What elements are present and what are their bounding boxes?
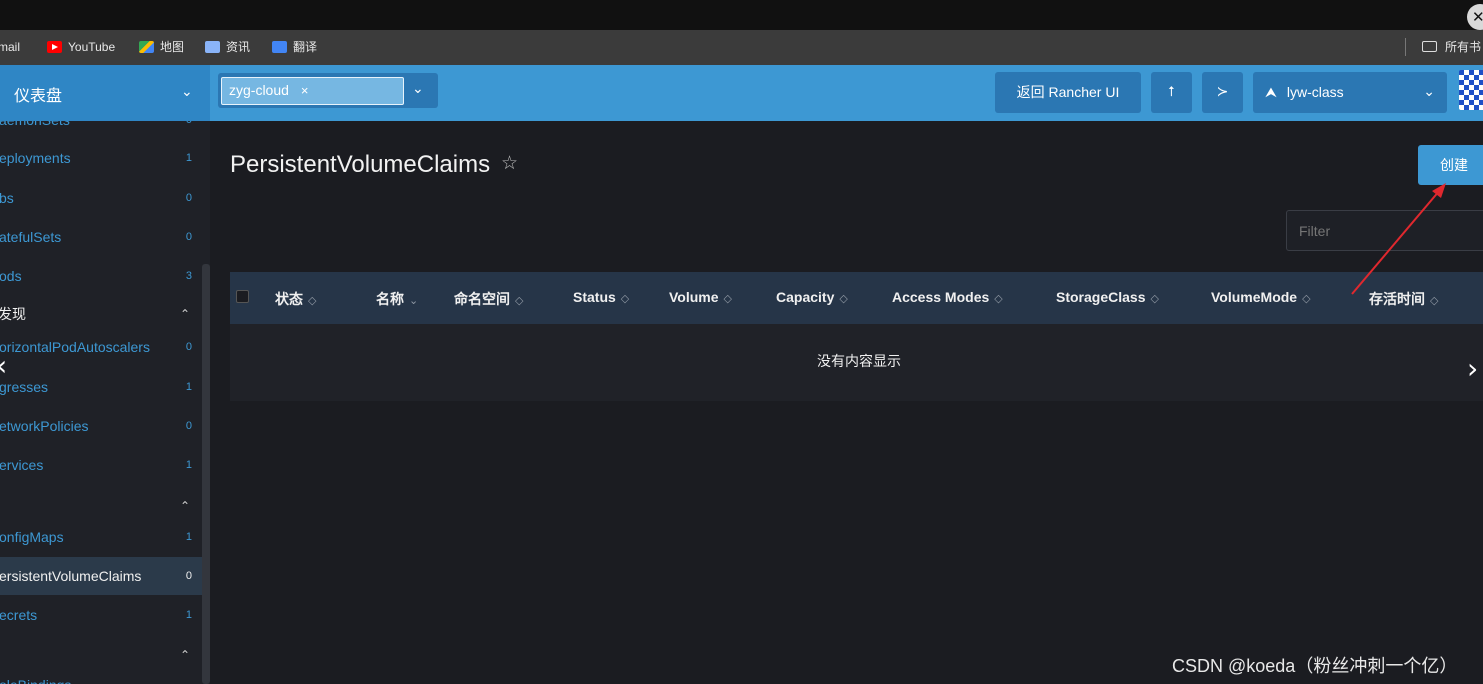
browser-titlebar: ✕ [0, 0, 1483, 30]
cluster-icon: ⮝ [1265, 85, 1277, 101]
sidebar-item-rolebindings[interactable]: oleBindings [0, 666, 202, 684]
select-all-checkbox[interactable] [236, 290, 249, 303]
bookmark-gmail[interactable]: mail [0, 39, 20, 56]
table-header: 状态 ◇ 名称 ⌄ 命名空间 ◇ Status ◇ Volume ◇ Capacity ◇ … [230, 272, 1483, 324]
watermark: CSDN @koeda（粉丝冲刺一个亿） [1172, 656, 1458, 676]
bookmarks-divider [1405, 38, 1406, 56]
sidebar-item-configmaps[interactable]: onfigMaps 1 [0, 518, 202, 556]
translate-icon [272, 41, 287, 53]
sidebar-item-statefulsets[interactable]: atefulSets 0 [0, 218, 202, 256]
namespace-chip: zyg-cloud × [221, 77, 404, 105]
empty-message: 没有内容显示 [817, 353, 901, 369]
cluster-select[interactable]: ⮝ lyw-class ⌄ [1253, 72, 1447, 113]
chevron-down-icon: ⌄ [412, 81, 424, 97]
bookmark-youtube[interactable]: YouTube [47, 39, 115, 56]
folder-icon [1422, 41, 1437, 52]
maps-icon [139, 41, 154, 53]
sort-icon: ◇ [308, 294, 317, 307]
sort-icon: ◇ [1302, 292, 1311, 305]
dashboard-title: 仪表盘 [14, 88, 63, 105]
sort-icon: ◇ [839, 292, 848, 305]
sort-icon: ◇ [723, 292, 732, 305]
sidebar-item-secrets[interactable]: ecrets 1 [0, 596, 202, 634]
col-name[interactable]: 名称 ⌄ [376, 289, 418, 309]
star-icon[interactable]: ☆ [501, 152, 518, 174]
sidebar-item-deployments[interactable]: eployments 1 [0, 139, 202, 177]
col-state[interactable]: 状态 ◇ [275, 289, 316, 309]
sidebar-item-daemonsets[interactable]: aemonSets0 [0, 121, 202, 139]
sidebar-item-networkpolicies[interactable]: etworkPolicies 0 [0, 407, 202, 445]
sort-icon: ⌄ [409, 294, 419, 307]
sort-icon: ◇ [620, 292, 630, 305]
bookmark-translate[interactable]: 翻译 [272, 39, 317, 56]
chevron-down-icon: ⌄ [181, 84, 193, 100]
sort-icon: ◇ [515, 294, 524, 307]
next-arrow-icon[interactable]: › [1467, 352, 1478, 385]
youtube-icon [47, 41, 62, 53]
bookmark-news[interactable]: 资讯 [205, 39, 250, 56]
col-age[interactable]: 存活时间 ◇ [1369, 289, 1438, 309]
back-to-rancher-button[interactable]: 返回 Rancher UI [995, 72, 1141, 113]
sidebar: aemonSets0 eployments1 bs0 atefulSets0 o… [0, 121, 210, 684]
prev-arrow-icon[interactable]: ‹ [0, 349, 7, 382]
create-button[interactable]: 创建 [1418, 145, 1483, 185]
chevron-down-icon: ⌄ [1423, 84, 1435, 100]
sidebar-item-ingresses[interactable]: gresses 1 [0, 368, 202, 406]
page-title: PersistentVolumeClaims [230, 151, 491, 178]
sidebar-item-jobs[interactable]: bs 0 [0, 179, 202, 217]
col-access-modes[interactable]: Access Modes ◇ [892, 289, 1003, 305]
sidebar-item-pods[interactable]: ods 3 [0, 257, 202, 295]
col-namespace[interactable]: 命名空间 ◇ [454, 289, 523, 309]
shell-icon[interactable]: ≻ [1202, 72, 1243, 113]
dashboard-menu[interactable]: 仪表盘 ⌄ [0, 65, 210, 121]
col-volumemode[interactable]: VolumeMode ◇ [1211, 289, 1311, 305]
filter-input[interactable] [1286, 210, 1483, 251]
pvc-table: 状态 ◇ 名称 ⌄ 命名空间 ◇ Status ◇ Volume ◇ Capacity ◇ … [230, 272, 1483, 401]
sidebar-item-persistentvolumeclaims[interactable]: ersistentVolumeClaims 0 [0, 557, 202, 595]
sort-icon: ◇ [1430, 294, 1439, 307]
col-storageclass[interactable]: StorageClass ◇ [1056, 289, 1159, 305]
col-status[interactable]: Status ◇ [573, 289, 629, 305]
all-bookmarks[interactable]: 所有书 [1422, 39, 1481, 56]
close-icon[interactable]: ✕ [1467, 4, 1483, 30]
namespace-select[interactable]: zyg-cloud × ⌄ [218, 73, 438, 108]
news-icon [205, 41, 220, 53]
bookmarks-bar: mail YouTube 地图 资讯 翻译 所有书 [0, 30, 1483, 65]
bookmark-maps[interactable]: 地图 [139, 39, 184, 56]
sort-icon: ◇ [994, 292, 1003, 305]
avatar[interactable] [1459, 70, 1483, 110]
main-content: PersistentVolumeClaims ☆ 创建 状态◇ 名称⌄ 命名空间… [210, 121, 1483, 684]
col-volume[interactable]: Volume ◇ [669, 289, 732, 305]
sidebar-item-hpa[interactable]: orizontalPodAutoscalers 0 [0, 328, 202, 366]
sidebar-scrollbar[interactable] [202, 264, 210, 684]
sidebar-item-services[interactable]: ervices 1 [0, 446, 202, 484]
app-header: 仪表盘 ⌄ zyg-cloud × ⌄ 返回 Rancher UI ⭡ ≻ ⮝ ly… [0, 65, 1483, 121]
chip-remove-icon[interactable]: × [301, 83, 309, 98]
upload-icon[interactable]: ⭡ [1151, 72, 1192, 113]
sort-icon: ◇ [1150, 292, 1159, 305]
col-capacity[interactable]: Capacity ◇ [776, 289, 848, 305]
